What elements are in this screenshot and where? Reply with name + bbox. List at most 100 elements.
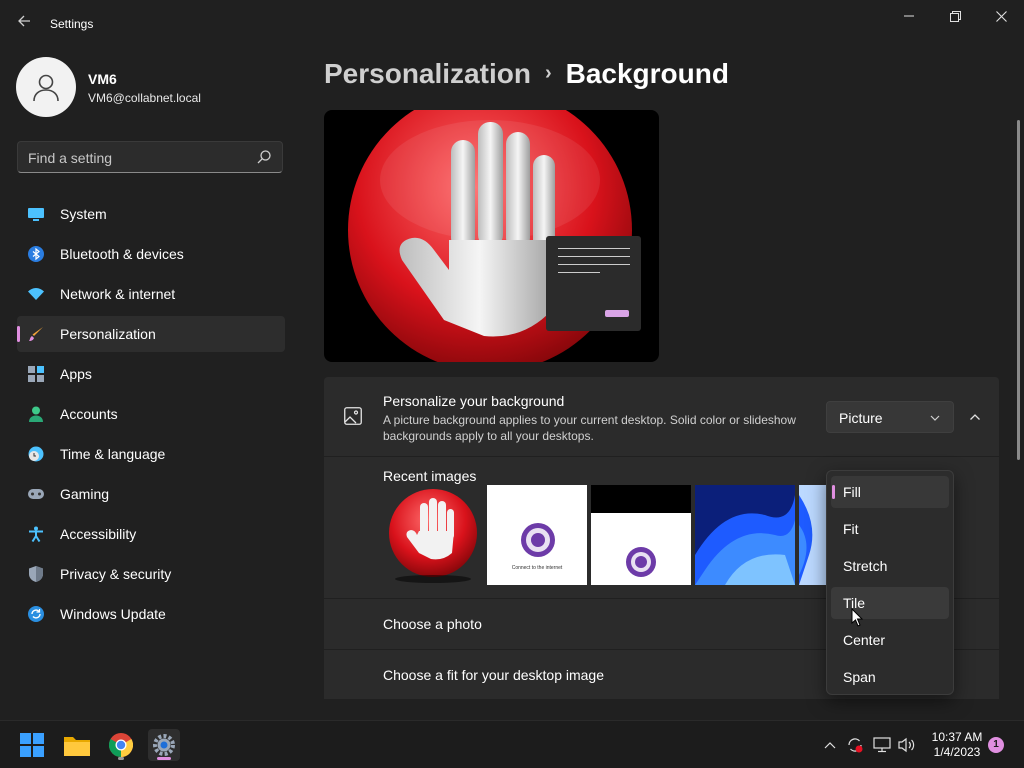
back-button[interactable] (12, 12, 36, 36)
network-tray-button[interactable] (872, 735, 892, 755)
chrome-icon (109, 733, 133, 757)
select-value: Picture (839, 410, 883, 426)
profile-name: VM6 (88, 71, 117, 87)
search-input[interactable]: Find a setting (17, 141, 283, 173)
recent-image-thumb[interactable] (695, 485, 795, 585)
option-label: Fit (843, 521, 859, 537)
user-profile[interactable]: VM6 VM6@collabnet.local (16, 57, 286, 117)
sidebar-nav: System Bluetooth & devices Network & int… (17, 196, 285, 636)
stop-hand-thumbnail (389, 489, 477, 583)
windows-bloom-partial-thumbnail (799, 485, 829, 585)
background-type-select[interactable]: Picture (826, 401, 954, 433)
volume-tray-button[interactable] (897, 735, 917, 755)
globe-clock-icon (28, 446, 44, 462)
option-label: Fill (843, 484, 861, 500)
image-icon (344, 407, 362, 425)
active-app-indicator (157, 757, 171, 760)
mouse-cursor-icon (851, 608, 864, 627)
recent-image-thumb[interactable] (799, 485, 829, 585)
sidebar-item-label: Apps (60, 366, 92, 382)
recent-images-label: Recent images (383, 468, 477, 484)
network-icon (873, 737, 891, 753)
arrow-left-icon (18, 15, 30, 27)
recent-image-thumb[interactable]: Connect to the internet (487, 485, 587, 585)
sidebar-item-network[interactable]: Network & internet (17, 276, 285, 312)
thumb-caption: Connect to the internet (511, 565, 563, 571)
close-icon (995, 10, 1007, 22)
notification-badge[interactable]: 1 (988, 737, 1004, 753)
collapse-button[interactable] (963, 401, 987, 433)
apps-icon (28, 366, 44, 382)
accessibility-icon (28, 526, 44, 542)
sidebar-item-bluetooth[interactable]: Bluetooth & devices (17, 236, 285, 272)
windows-logo-icon (20, 733, 44, 757)
person-icon (28, 406, 44, 422)
fit-option-tile[interactable]: Tile (831, 587, 949, 619)
breadcrumb: Personalization › Background (324, 58, 729, 90)
close-button[interactable] (978, 0, 1024, 32)
folder-icon (64, 737, 90, 756)
minimize-icon (904, 15, 914, 17)
gear-icon (153, 734, 175, 756)
settings-taskbar-button[interactable] (148, 729, 180, 761)
start-button[interactable] (16, 729, 48, 761)
running-indicator (118, 757, 124, 760)
show-hidden-icons-button[interactable] (820, 735, 840, 755)
oobe-thumbnail (626, 547, 656, 577)
sidebar-item-gaming[interactable]: Gaming (17, 476, 285, 512)
fit-option-fit[interactable]: Fit (831, 513, 949, 545)
desktop-preview (324, 110, 659, 362)
tray-sync-icon-button[interactable] (845, 735, 865, 755)
sidebar-item-label: Gaming (60, 486, 110, 502)
selected-indicator (832, 485, 835, 499)
preview-line (558, 272, 600, 273)
breadcrumb-separator: › (544, 62, 552, 84)
sidebar-item-label: Bluetooth & devices (60, 246, 184, 262)
personalize-background-card: Personalize your background A picture ba… (324, 377, 999, 456)
sidebar-item-accessibility[interactable]: Accessibility (17, 516, 285, 552)
shield-icon (28, 566, 44, 582)
fit-option-span[interactable]: Span (831, 661, 949, 693)
chevron-up-icon (970, 414, 980, 420)
sidebar-item-label: Accessibility (60, 526, 137, 542)
gamepad-icon (28, 486, 44, 502)
option-label: Stretch (843, 558, 888, 574)
recent-image-thumb[interactable] (591, 485, 691, 585)
taskbar: 10:37 AM 1/4/2023 1 (0, 720, 1024, 768)
sidebar-item-privacy-security[interactable]: Privacy & security (17, 556, 285, 592)
sidebar-item-label: Windows Update (60, 606, 166, 622)
app-title: Settings (50, 17, 94, 31)
breadcrumb-parent[interactable]: Personalization (324, 58, 531, 89)
sidebar-item-label: Time & language (60, 446, 166, 462)
recent-image-thumb[interactable] (383, 485, 483, 585)
clock-date: 1/4/2023 (933, 745, 981, 759)
sidebar-item-apps[interactable]: Apps (17, 356, 285, 392)
clock[interactable]: 10:37 AM 1/4/2023 (926, 730, 988, 760)
choose-fit-label: Choose a fit for your desktop image (383, 667, 605, 683)
chrome-button[interactable] (105, 729, 137, 761)
choose-photo-label: Choose a photo (383, 616, 482, 632)
option-label: Span (843, 669, 876, 685)
file-explorer-button[interactable] (61, 729, 93, 761)
sidebar-item-label: Network & internet (60, 286, 176, 302)
sidebar-item-accounts[interactable]: Accounts (17, 396, 285, 432)
sidebar-item-system[interactable]: System (17, 196, 285, 232)
fit-option-center[interactable]: Center (831, 624, 949, 656)
option-label: Center (843, 632, 886, 648)
fit-option-fill[interactable]: Fill (831, 476, 949, 508)
brush-icon (28, 326, 44, 342)
windows-bloom-thumbnail (695, 485, 795, 585)
card-description: A picture background applies to your cur… (383, 413, 796, 443)
person-outline-icon (33, 74, 59, 102)
preview-line (558, 256, 630, 257)
fit-option-stretch[interactable]: Stretch (831, 550, 949, 582)
sidebar-item-personalization[interactable]: Personalization (17, 316, 285, 352)
monitor-icon (28, 206, 44, 222)
update-icon (28, 606, 44, 622)
scrollbar[interactable] (1017, 120, 1020, 460)
sidebar-item-windows-update[interactable]: Windows Update (17, 596, 285, 632)
minimize-button[interactable] (886, 0, 932, 32)
sync-alert-icon (848, 738, 863, 753)
restore-button[interactable] (932, 0, 978, 32)
sidebar-item-time-language[interactable]: Time & language (17, 436, 285, 472)
